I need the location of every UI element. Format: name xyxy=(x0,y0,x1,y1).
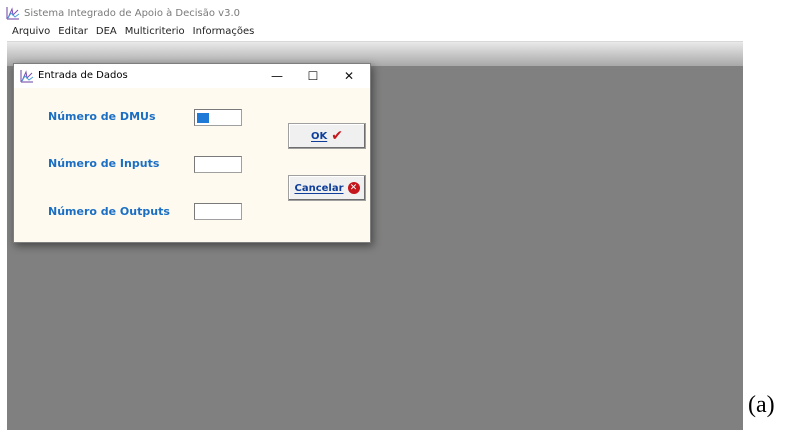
menu-arquivo[interactable]: Arquivo xyxy=(12,26,50,40)
cancel-button[interactable]: Cancelar ✕ xyxy=(288,175,366,201)
maximize-button[interactable]: ☐ xyxy=(296,64,330,88)
menu-bar: Arquivo Editar DEA Multicriterio Informa… xyxy=(12,26,254,40)
menu-informacoes[interactable]: Informações xyxy=(193,26,255,40)
dmus-input[interactable] xyxy=(194,109,242,126)
outputs-label: Número de Outputs xyxy=(48,205,170,218)
chart-logo-icon xyxy=(20,70,34,83)
menu-editar[interactable]: Editar xyxy=(58,26,88,40)
dialog-titlebar[interactable]: Entrada de Dados — ☐ ✕ xyxy=(14,64,370,88)
checkmark-icon: ✔ xyxy=(331,128,343,144)
menu-dea[interactable]: DEA xyxy=(96,26,117,40)
outputs-input[interactable] xyxy=(194,203,242,220)
ok-button[interactable]: OK ✔ xyxy=(288,123,366,149)
inputs-input[interactable] xyxy=(194,156,242,173)
text-caret xyxy=(197,113,209,123)
menu-multicriterio[interactable]: Multicriterio xyxy=(125,26,185,40)
cancel-button-label: Cancelar xyxy=(294,182,344,194)
ok-button-label: OK xyxy=(311,130,328,142)
figure-caption: (a) xyxy=(748,392,775,418)
data-entry-dialog: Entrada de Dados — ☐ ✕ Número de DMUs Nú… xyxy=(13,63,371,243)
app-title: Sistema Integrado de Apoio à Decisão v3.… xyxy=(24,8,241,19)
minimize-button[interactable]: — xyxy=(260,64,294,88)
close-button[interactable]: ✕ xyxy=(332,64,366,88)
dialog-title: Entrada de Dados xyxy=(38,70,128,81)
chart-logo-icon xyxy=(6,7,20,20)
cancel-icon: ✕ xyxy=(347,182,360,194)
dmus-label: Número de DMUs xyxy=(48,110,156,123)
inputs-label: Número de Inputs xyxy=(48,157,160,170)
